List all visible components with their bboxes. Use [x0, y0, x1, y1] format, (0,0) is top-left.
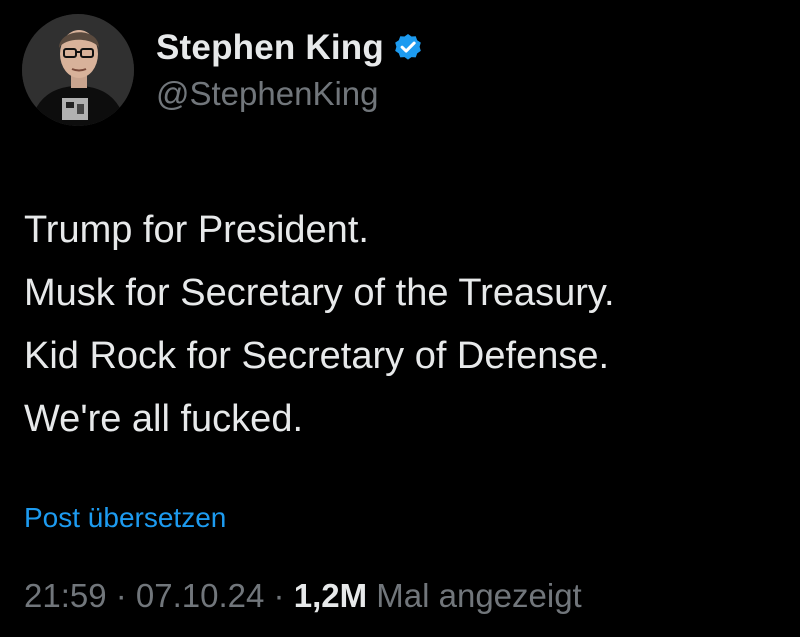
avatar-photo: [22, 14, 134, 126]
tweet-header: Stephen King @StephenKing: [22, 14, 424, 126]
author-handle[interactable]: @StephenKing: [156, 75, 424, 113]
author-names: Stephen King @StephenKing: [156, 27, 424, 113]
meta-separator: ·: [264, 577, 294, 614]
post-time[interactable]: 21:59: [24, 577, 107, 614]
meta-separator: ·: [106, 577, 136, 614]
post-text: Trump for President. Musk for Secretary …: [24, 199, 784, 451]
post-text-line: Trump for President.: [24, 209, 369, 251]
verified-badge-icon[interactable]: [392, 32, 424, 64]
name-row: Stephen King: [156, 27, 424, 69]
post-text-line: Musk for Secretary of the Treasury.: [24, 272, 615, 314]
author-display-name[interactable]: Stephen King: [156, 28, 384, 68]
views-count[interactable]: 1,2M: [294, 577, 367, 614]
post-meta: 21:59 · 07.10.24 · 1,2M Mal angezeigt: [24, 577, 582, 615]
post-text-line: We're all fucked.: [24, 398, 304, 440]
views-label: Mal angezeigt: [376, 577, 582, 614]
post-text-line: Kid Rock for Secretary of Defense.: [24, 335, 610, 377]
post-date[interactable]: 07.10.24: [136, 577, 264, 614]
translate-post-link[interactable]: Post übersetzen: [24, 502, 226, 534]
avatar[interactable]: [22, 14, 134, 126]
tweet-card: Stephen King @StephenKing Trump for Pres…: [0, 0, 800, 637]
